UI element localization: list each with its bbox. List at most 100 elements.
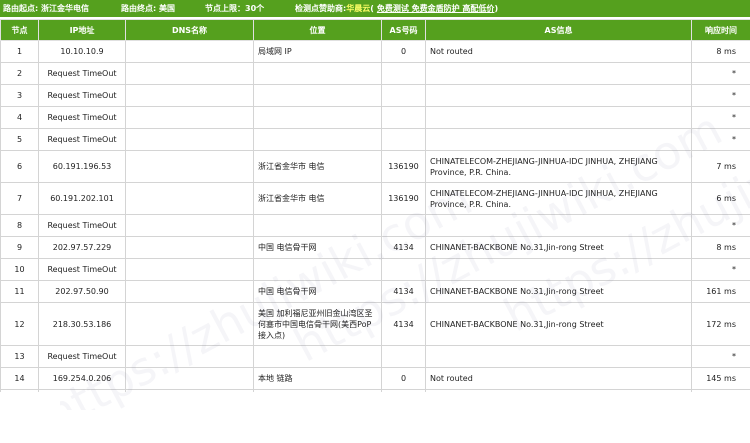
cell-as-number: 0 — [381, 367, 426, 390]
table-header-row: 节点 IP地址 DNS名称 位置 AS号码 AS信息 响应时间 — [0, 19, 750, 41]
cell-as-number — [381, 62, 426, 85]
cell-ip: 60.191.196.53 — [38, 150, 126, 183]
cell-dns — [125, 302, 254, 346]
cell-as-number — [381, 84, 426, 107]
cell-ip: 202.97.50.90 — [38, 280, 126, 303]
cell-hop: 5 — [0, 128, 39, 151]
cell-dns — [125, 40, 254, 63]
cell-response-time: 8 ms — [691, 40, 750, 63]
col-header-response-time: 响应时间 — [691, 19, 750, 41]
cell-location: 浙江省金华市 电信 — [253, 150, 382, 183]
cell-response-time: * — [691, 214, 750, 237]
cell-hop: 7 — [0, 182, 39, 215]
cell-location: 局域网 IP — [253, 40, 382, 63]
cell-hop: 10 — [0, 258, 39, 281]
cell-as-info — [425, 62, 692, 85]
cell-as-info — [425, 258, 692, 281]
cell-hop: 2 — [0, 62, 39, 85]
cell-location — [253, 106, 382, 129]
cell-response-time: * — [691, 62, 750, 85]
table-row: 4 Request TimeOut * — [0, 106, 750, 129]
cell-dns — [125, 128, 254, 151]
col-header-ip: IP地址 — [38, 19, 126, 41]
table-row: 9 202.97.57.229 中国 电信骨干网 4134 CHINANET-BACKB… — [0, 236, 750, 259]
cell-response-time: 7 ms — [691, 150, 750, 183]
cell-as-info: CHINATELECOM-ZHEJIANG-JINHUA-IDC JINHUA,… — [425, 182, 692, 215]
cell-dns — [125, 84, 254, 107]
cell-hop: 12 — [0, 302, 39, 346]
route-end-label: 路由终点: 美国 — [121, 4, 175, 13]
col-header-dns: DNS名称 — [125, 19, 254, 41]
cell-dns — [125, 280, 254, 303]
cell-location — [253, 62, 382, 85]
cell-hop: 4 — [0, 106, 39, 129]
table-row: 10 Request TimeOut * — [0, 258, 750, 281]
cell-response-time: 145 ms — [691, 367, 750, 390]
cell-as-info — [425, 345, 692, 368]
table-row: 13 Request TimeOut * — [0, 345, 750, 368]
cell-location — [253, 258, 382, 281]
cell-as-info: CHINANET-BACKBONE No.31,Jin-rong Street — [425, 280, 692, 303]
cell-location: 美国 加利福尼亚州旧金山湾区圣何塞市中国电信骨干网(美西PoP接入点) — [253, 302, 382, 346]
cell-as-info — [425, 128, 692, 151]
cell-hop: 11 — [0, 280, 39, 303]
cell-dns — [125, 106, 254, 129]
col-header-hop: 节点 — [0, 19, 39, 41]
cell-ip: Request TimeOut — [38, 128, 126, 151]
cell-hop: 14 — [0, 367, 39, 390]
cell-hop: 8 — [0, 214, 39, 237]
col-header-as-info: AS信息 — [425, 19, 692, 41]
cell-as-number — [381, 214, 426, 237]
cell-dns — [125, 236, 254, 259]
cell-hop: 3 — [0, 84, 39, 107]
cell-as-info — [425, 84, 692, 107]
table-row: 11 202.97.50.90 中国 电信骨干网 4134 CHINANET-BACKB… — [0, 280, 750, 303]
hop-limit-label: 节点上限：30个 — [205, 4, 265, 13]
table-row: 1 10.10.10.9 局域网 IP 0 Not routed 8 ms — [0, 40, 750, 63]
cell-as-number: 4134 — [381, 302, 426, 346]
cell-ip: 60.191.202.101 — [38, 182, 126, 215]
cell-as-number: 136190 — [381, 150, 426, 183]
cell-ip: Request TimeOut — [38, 84, 126, 107]
cell-dns — [125, 150, 254, 183]
sponsor-close-paren: ) — [494, 4, 499, 13]
cell-location — [253, 84, 382, 107]
cell-dns — [125, 258, 254, 281]
cell-response-time: * — [691, 345, 750, 368]
cell-dns — [125, 345, 254, 368]
table-row: 12 218.30.53.186 美国 加利福尼亚州旧金山湾区圣何塞市中国电信骨干网… — [0, 302, 750, 346]
cell-as-info — [425, 106, 692, 129]
cell-as-number — [381, 128, 426, 151]
cell-as-info: CHINANET-BACKBONE No.31,Jin-rong Street — [425, 236, 692, 259]
cell-as-number: 0 — [381, 40, 426, 63]
truncation-overlay — [0, 392, 750, 443]
cell-response-time: * — [691, 106, 750, 129]
cell-location: 中国 电信骨干网 — [253, 280, 382, 303]
sponsor-info: 检测点赞助商: 华晨云 (免费测试 免费金盾防护 高配低价) — [295, 3, 498, 14]
cell-ip: Request TimeOut — [38, 258, 126, 281]
col-header-location: 位置 — [253, 19, 382, 41]
sponsor-ad-link[interactable]: 免费测试 免费金盾防护 高配低价 — [377, 3, 495, 14]
cell-hop: 1 — [0, 40, 39, 63]
cell-dns — [125, 214, 254, 237]
sponsor-open-paren: ( — [370, 4, 374, 13]
sponsor-prefix: 检测点赞助商: — [295, 4, 347, 13]
cell-as-info: Not routed — [425, 367, 692, 390]
cell-location — [253, 345, 382, 368]
table-row: 5 Request TimeOut * — [0, 128, 750, 151]
cell-as-number: 136190 — [381, 182, 426, 215]
cell-dns — [125, 62, 254, 85]
cell-as-number — [381, 258, 426, 281]
cell-ip: 202.97.57.229 — [38, 236, 126, 259]
sponsor-link[interactable]: 华晨云 — [346, 3, 370, 14]
cell-hop: 13 — [0, 345, 39, 368]
table-row: 7 60.191.202.101 浙江省金华市 电信 136190 CHINATELEC… — [0, 182, 750, 215]
cell-as-info: CHINANET-BACKBONE No.31,Jin-rong Street — [425, 302, 692, 346]
cell-as-number: 4134 — [381, 280, 426, 303]
cell-response-time: 172 ms — [691, 302, 750, 346]
cell-as-number — [381, 106, 426, 129]
cell-ip: Request TimeOut — [38, 106, 126, 129]
cell-response-time: 161 ms — [691, 280, 750, 303]
route-info-bar: 路由起点: 浙江金华电信 路由终点: 美国 节点上限：30个 检测点赞助商: 华… — [0, 0, 750, 17]
cell-dns — [125, 182, 254, 215]
